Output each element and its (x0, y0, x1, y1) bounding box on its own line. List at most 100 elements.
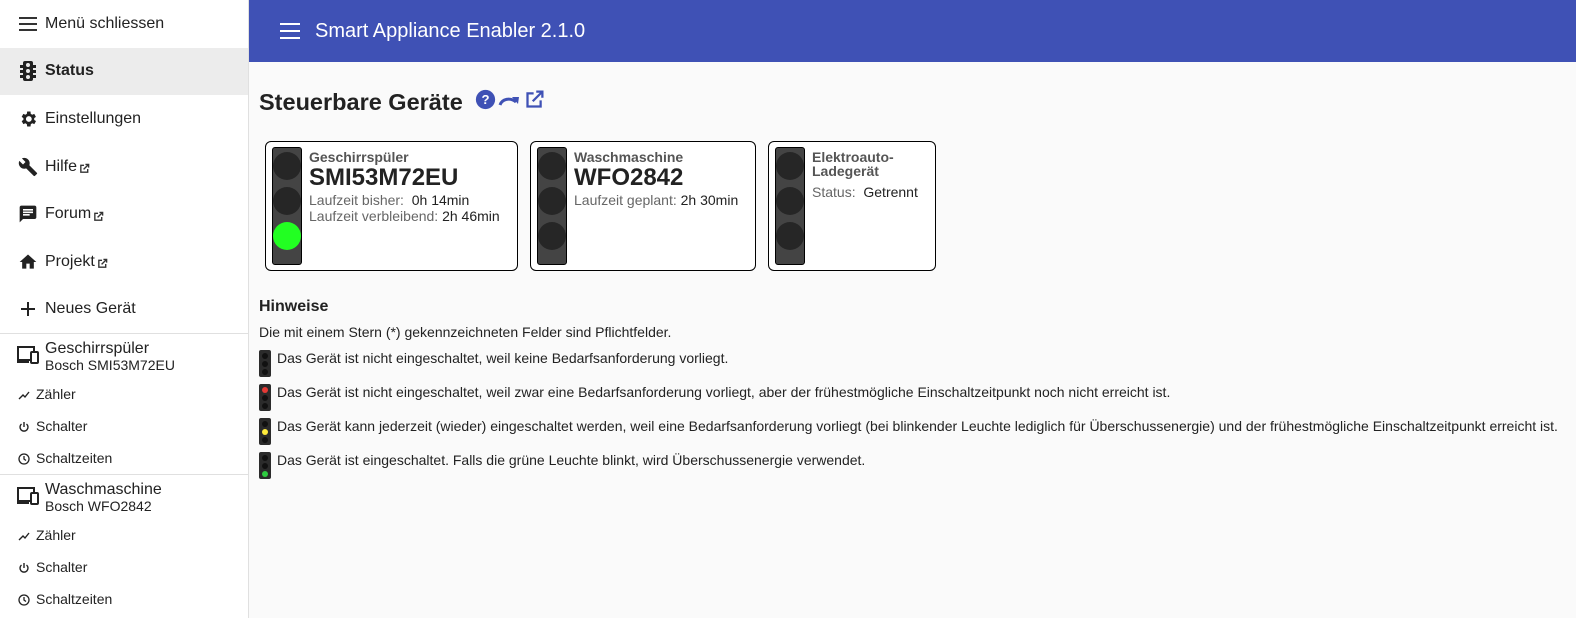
card-value: 2h 30min (680, 192, 739, 208)
external-link-icon (93, 209, 104, 221)
lamp-yellow (273, 187, 301, 215)
lamp-red (776, 152, 804, 180)
external-link-icon (79, 161, 90, 173)
help-icon[interactable]: ? (475, 89, 496, 115)
sidebar-subitem-schalter[interactable]: Schalter (0, 410, 248, 442)
sidebar-subitem-label: Zähler (36, 386, 76, 403)
legend-text: Das Gerät kann jederzeit (wieder) einges… (277, 418, 1558, 434)
page-title: Steuerbare Geräte (259, 88, 463, 115)
menu-icon (18, 14, 38, 34)
appliance-card[interactable]: Waschmaschine WFO2842 Laufzeit geplant: … (530, 141, 756, 271)
sidebar-item-hilfe[interactable]: Hilfe (0, 143, 248, 191)
legend-text: Das Gerät ist nicht eingeschaltet, weil … (277, 384, 1171, 400)
home-icon (18, 252, 38, 272)
lamp-red (273, 152, 301, 180)
lamp-yellow (538, 187, 566, 215)
sidebar-subitem-label: Schalter (36, 418, 88, 435)
sidebar-subitem-zaehler[interactable]: Zähler (0, 519, 248, 551)
svg-text:?: ? (481, 92, 489, 107)
card-key: Status: (812, 184, 856, 200)
legend-text: Das Gerät ist eingeschaltet. Falls die g… (277, 452, 866, 468)
trend-icon (18, 388, 30, 400)
close-menu-button[interactable]: Menü schliessen (0, 0, 248, 48)
sidebar-subitem-schaltzeiten[interactable]: Schaltzeiten (0, 442, 248, 474)
sidebar-subitem-schalter[interactable]: Schalter (0, 551, 248, 583)
traffic-light-icon (18, 61, 38, 82)
sidebar-item-label: Hilfe (45, 157, 78, 175)
device-name: Waschmaschine (45, 480, 162, 498)
card-category: Waschmaschine (574, 149, 684, 165)
close-menu-label: Menü schliessen (45, 14, 165, 32)
sidebar-subitem-label: Zähler (36, 527, 76, 544)
device-name: Geschirrspüler (45, 339, 150, 357)
sidebar-subitem-label: Schaltzeiten (36, 450, 113, 467)
card-value: 0h 14min (411, 192, 470, 208)
card-category: Geschirrspüler (309, 149, 409, 165)
traffic-light (775, 147, 805, 265)
devices-icon (17, 346, 39, 366)
lamp-green (273, 222, 301, 250)
mini-traffic-light (259, 350, 271, 377)
external-link-icon (97, 256, 108, 269)
sidebar-item-label: Neues Gerät (45, 300, 136, 318)
card-category: Elektroauto- Ladegerät (812, 149, 894, 179)
lamp-red (538, 152, 566, 180)
gear-icon (18, 109, 38, 129)
card-key: Laufzeit verbleibend: (309, 208, 439, 224)
mini-traffic-light (259, 452, 271, 479)
legend-item: Das Gerät ist nicht eingeschaltet, weil … (259, 383, 1569, 411)
wrench-icon (18, 157, 38, 177)
traffic-light (272, 147, 302, 265)
legend-item: Das Gerät ist nicht eingeschaltet, weil … (259, 349, 1569, 377)
trend-icon (18, 529, 30, 541)
card-model: SMI53M72EU (309, 164, 459, 191)
sidebar-item-label: Einstellungen (45, 109, 142, 127)
app-header: Smart Appliance Enabler 2.1.0 (249, 0, 1576, 62)
power-icon (18, 561, 30, 573)
sidebar: Menü schliessen Status Einstellungen Hil… (0, 0, 249, 618)
appliance-card[interactable]: Elektroauto- Ladegerät Status: Getrennt (768, 141, 936, 271)
mini-traffic-light (259, 384, 271, 411)
menu-icon[interactable] (280, 23, 300, 39)
sidebar-item-label: Status (45, 62, 94, 80)
devices-icon (17, 487, 39, 507)
card-key: Laufzeit bisher: (309, 192, 404, 208)
plus-icon (18, 299, 38, 319)
sidebar-item-einstellungen[interactable]: Einstellungen (0, 95, 248, 143)
device-model: Bosch WFO2842 (45, 497, 152, 514)
power-icon (18, 420, 30, 432)
main-content: Steuerbare Geräte ? Geschirrspüler SMI53… (259, 62, 1569, 479)
lamp-green (776, 222, 804, 250)
sidebar-item-forum[interactable]: Forum (0, 190, 248, 238)
card-value: Getrennt (863, 184, 918, 200)
mini-traffic-light (259, 418, 271, 445)
sidebar-item-projekt[interactable]: Projekt (0, 238, 248, 286)
sidebar-subitem-label: Schaltzeiten (36, 591, 113, 608)
open-in-new-icon[interactable] (524, 89, 545, 115)
clock-icon (18, 452, 30, 465)
legend-text: Das Gerät ist nicht eingeschaltet, weil … (277, 350, 729, 366)
sidebar-item-neues-geraet[interactable]: Neues Gerät (0, 286, 248, 334)
required-fields-note: Die mit einem Stern (*) gekennzeichneten… (259, 324, 672, 340)
sidebar-subitem-label: Schalter (36, 559, 88, 576)
card-model: WFO2842 (574, 164, 684, 191)
sidebar-item-label: Projekt (45, 252, 95, 270)
clock-icon (18, 593, 30, 606)
device-waschmaschine[interactable]: Waschmaschine Bosch WFO2842 (0, 474, 248, 519)
traffic-light (537, 147, 567, 265)
sidebar-item-label: Forum (45, 205, 92, 223)
legend-item: Das Gerät kann jederzeit (wieder) einges… (259, 417, 1569, 445)
legend-item: Das Gerät ist eingeschaltet. Falls die g… (259, 451, 1569, 479)
device-model: Bosch SMI53M72EU (45, 356, 175, 373)
appliance-card[interactable]: Geschirrspüler SMI53M72EU Laufzeit bishe… (265, 141, 518, 271)
app-title: Smart Appliance Enabler 2.1.0 (315, 19, 586, 42)
lamp-yellow (776, 187, 804, 215)
lamp-green (538, 222, 566, 250)
card-key: Laufzeit geplant: (574, 192, 677, 208)
device-geschirrspueler[interactable]: Geschirrspüler Bosch SMI53M72EU (0, 333, 248, 378)
redo-icon[interactable] (498, 91, 522, 114)
sidebar-subitem-schaltzeiten[interactable]: Schaltzeiten (0, 583, 248, 615)
sidebar-item-status[interactable]: Status (0, 47, 248, 96)
card-value: 2h 46min (442, 208, 500, 224)
sidebar-subitem-zaehler[interactable]: Zähler (0, 378, 248, 410)
